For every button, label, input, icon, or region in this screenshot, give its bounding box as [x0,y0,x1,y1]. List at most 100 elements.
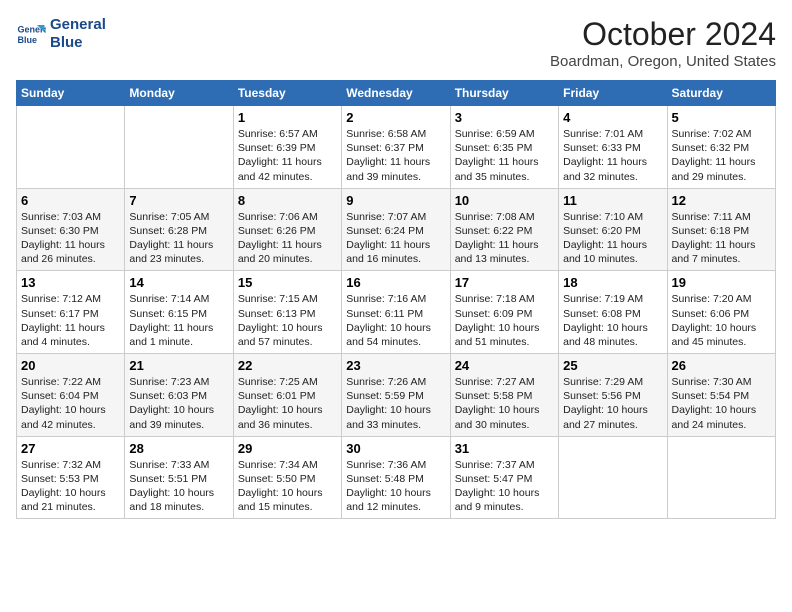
calendar-week-row: 27 Sunrise: 7:32 AM Sunset: 5:53 PM Dayli… [17,436,776,519]
day-info: Sunrise: 7:08 AM Sunset: 6:22 PM Dayligh… [455,210,554,267]
day-number: 26 [672,358,771,373]
day-number: 17 [455,275,554,290]
calendar-cell: 19 Sunrise: 7:20 AM Sunset: 6:06 PM Dayli… [667,271,775,354]
day-info: Sunrise: 7:22 AM Sunset: 6:04 PM Dayligh… [21,375,120,432]
day-number: 18 [563,275,662,290]
calendar-cell: 17Sunrise: 7:18 AM Sunset: 6:09 PM Dayli… [450,271,558,354]
day-info: Sunrise: 6:58 AM Sunset: 6:37 PM Dayligh… [346,127,445,184]
day-number: 31 [455,441,554,456]
column-header-saturday: Saturday [667,81,775,106]
calendar-cell: 30Sunrise: 7:36 AM Sunset: 5:48 PM Dayli… [342,436,450,519]
calendar-cell: 28 Sunrise: 7:33 AM Sunset: 5:51 PM Dayli… [125,436,233,519]
day-number: 29 [238,441,337,456]
calendar-cell: 29 Sunrise: 7:34 AM Sunset: 5:50 PM Dayli… [233,436,341,519]
day-info: Sunrise: 7:12 AM Sunset: 6:17 PM Dayligh… [21,292,120,349]
calendar-week-row: 20Sunrise: 7:22 AM Sunset: 6:04 PM Dayli… [17,354,776,437]
day-info: Sunrise: 7:37 AM Sunset: 5:47 PM Dayligh… [455,458,554,515]
day-number: 2 [346,110,445,125]
calendar-cell: 13 Sunrise: 7:12 AM Sunset: 6:17 PM Dayli… [17,271,125,354]
day-info: Sunrise: 7:34 AM Sunset: 5:50 PM Dayligh… [238,458,337,515]
day-number: 24 [455,358,554,373]
column-header-friday: Friday [559,81,667,106]
calendar-header-row: SundayMondayTuesdayWednesdayThursdayFrid… [17,81,776,106]
day-number: 28 [129,441,228,456]
day-number: 25 [563,358,662,373]
calendar-cell: 15 Sunrise: 7:15 AM Sunset: 6:13 PM Dayli… [233,271,341,354]
calendar-cell [17,106,125,189]
day-info: Sunrise: 7:27 AM Sunset: 5:58 PM Dayligh… [455,375,554,432]
day-info: Sunrise: 7:33 AM Sunset: 5:51 PM Dayligh… [129,458,228,515]
calendar-table: SundayMondayTuesdayWednesdayThursdayFrid… [16,80,776,519]
day-info: Sunrise: 7:26 AM Sunset: 5:59 PM Dayligh… [346,375,445,432]
day-number: 11 [563,193,662,208]
calendar-cell: 1Sunrise: 6:57 AM Sunset: 6:39 PM Daylig… [233,106,341,189]
day-info: Sunrise: 6:57 AM Sunset: 6:39 PM Dayligh… [238,127,337,184]
day-info: Sunrise: 7:01 AM Sunset: 6:33 PM Dayligh… [563,127,662,184]
day-number: 22 [238,358,337,373]
calendar-cell: 23 Sunrise: 7:26 AM Sunset: 5:59 PM Dayli… [342,354,450,437]
calendar-cell [667,436,775,519]
logo-text-general: General [50,16,106,34]
calendar-cell: 9 Sunrise: 7:07 AM Sunset: 6:24 PM Daylig… [342,188,450,271]
day-info: Sunrise: 7:20 AM Sunset: 6:06 PM Dayligh… [672,292,771,349]
calendar-cell: 2 Sunrise: 6:58 AM Sunset: 6:37 PM Daylig… [342,106,450,189]
day-number: 16 [346,275,445,290]
day-info: Sunrise: 7:11 AM Sunset: 6:18 PM Dayligh… [672,210,771,267]
calendar-cell: 24 Sunrise: 7:27 AM Sunset: 5:58 PM Dayli… [450,354,558,437]
calendar-cell: 6 Sunrise: 7:03 AM Sunset: 6:30 PM Daylig… [17,188,125,271]
day-info: Sunrise: 7:32 AM Sunset: 5:53 PM Dayligh… [21,458,120,515]
day-number: 6 [21,193,120,208]
calendar-cell [125,106,233,189]
svg-text:Blue: Blue [18,35,38,45]
day-info: Sunrise: 7:03 AM Sunset: 6:30 PM Dayligh… [21,210,120,267]
header: General Blue General Blue October 2024 B… [16,16,776,70]
calendar-cell: 31 Sunrise: 7:37 AM Sunset: 5:47 PM Dayli… [450,436,558,519]
calendar-cell: 22 Sunrise: 7:25 AM Sunset: 6:01 PM Dayli… [233,354,341,437]
calendar-cell: 3Sunrise: 6:59 AM Sunset: 6:35 PM Daylig… [450,106,558,189]
day-info: Sunrise: 7:25 AM Sunset: 6:01 PM Dayligh… [238,375,337,432]
logo-text-blue: Blue [50,34,106,52]
day-number: 13 [21,275,120,290]
column-header-monday: Monday [125,81,233,106]
logo: General Blue General Blue [16,16,106,52]
day-info: Sunrise: 7:36 AM Sunset: 5:48 PM Dayligh… [346,458,445,515]
title-block: October 2024 Boardman, Oregon, United St… [550,16,776,70]
calendar-cell: 14 Sunrise: 7:14 AM Sunset: 6:15 PM Dayli… [125,271,233,354]
day-number: 19 [672,275,771,290]
day-number: 10 [455,193,554,208]
day-number: 7 [129,193,228,208]
day-number: 21 [129,358,228,373]
column-header-sunday: Sunday [17,81,125,106]
calendar-cell: 11Sunrise: 7:10 AM Sunset: 6:20 PM Dayli… [559,188,667,271]
day-number: 27 [21,441,120,456]
calendar-cell: 21Sunrise: 7:23 AM Sunset: 6:03 PM Dayli… [125,354,233,437]
day-number: 23 [346,358,445,373]
day-number: 8 [238,193,337,208]
location-title: Boardman, Oregon, United States [550,53,776,70]
column-header-tuesday: Tuesday [233,81,341,106]
day-info: Sunrise: 7:07 AM Sunset: 6:24 PM Dayligh… [346,210,445,267]
day-info: Sunrise: 7:15 AM Sunset: 6:13 PM Dayligh… [238,292,337,349]
calendar-cell: 16Sunrise: 7:16 AM Sunset: 6:11 PM Dayli… [342,271,450,354]
day-number: 15 [238,275,337,290]
day-info: Sunrise: 7:06 AM Sunset: 6:26 PM Dayligh… [238,210,337,267]
calendar-cell: 27 Sunrise: 7:32 AM Sunset: 5:53 PM Dayli… [17,436,125,519]
day-number: 12 [672,193,771,208]
calendar-week-row: 13 Sunrise: 7:12 AM Sunset: 6:17 PM Dayli… [17,271,776,354]
calendar-cell: 20Sunrise: 7:22 AM Sunset: 6:04 PM Dayli… [17,354,125,437]
day-info: Sunrise: 7:29 AM Sunset: 5:56 PM Dayligh… [563,375,662,432]
column-header-thursday: Thursday [450,81,558,106]
calendar-cell [559,436,667,519]
day-info: Sunrise: 7:14 AM Sunset: 6:15 PM Dayligh… [129,292,228,349]
day-info: Sunrise: 7:02 AM Sunset: 6:32 PM Dayligh… [672,127,771,184]
day-number: 3 [455,110,554,125]
calendar-cell: 18Sunrise: 7:19 AM Sunset: 6:08 PM Dayli… [559,271,667,354]
calendar-cell: 25 Sunrise: 7:29 AM Sunset: 5:56 PM Dayli… [559,354,667,437]
day-number: 9 [346,193,445,208]
calendar-cell: 10 Sunrise: 7:08 AM Sunset: 6:22 PM Dayli… [450,188,558,271]
day-info: Sunrise: 7:30 AM Sunset: 5:54 PM Dayligh… [672,375,771,432]
day-number: 14 [129,275,228,290]
calendar-cell: 7Sunrise: 7:05 AM Sunset: 6:28 PM Daylig… [125,188,233,271]
logo-icon: General Blue [16,19,46,49]
calendar-cell: 4Sunrise: 7:01 AM Sunset: 6:33 PM Daylig… [559,106,667,189]
